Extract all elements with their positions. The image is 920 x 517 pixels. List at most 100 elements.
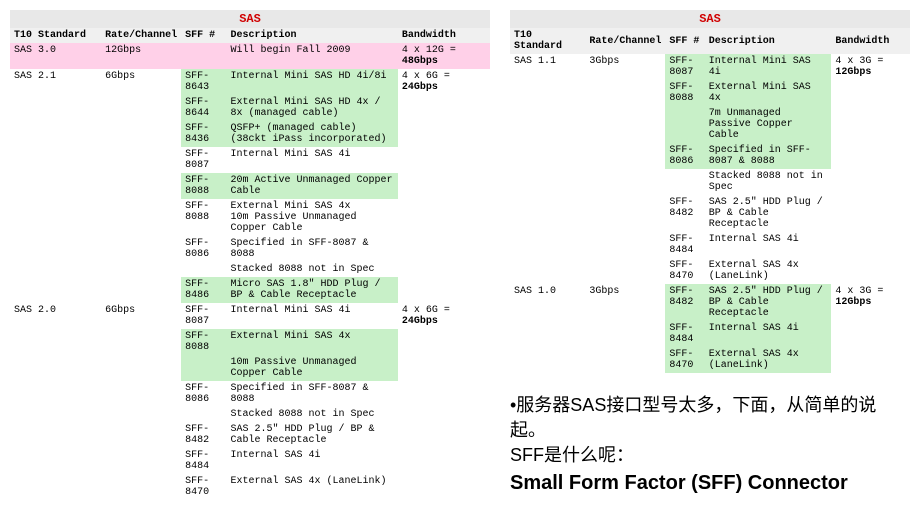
cell-bw: [398, 407, 490, 422]
cell-std: [10, 147, 101, 173]
cell-std: [510, 143, 585, 169]
cell-desc: Will begin Fall 2009: [227, 43, 398, 69]
annotation-line3: Small Form Factor (SFF) Connector: [510, 469, 910, 497]
cell-bw: [398, 199, 490, 236]
cell-bw: [831, 258, 910, 284]
cell-sff: SFF-8486: [181, 277, 226, 303]
table-row: SFF-8088External Mini SAS 4x: [510, 80, 910, 106]
cell-rate: [101, 474, 181, 500]
cell-std: [10, 173, 101, 199]
cell-sff: SFF-8087: [181, 147, 226, 173]
cell-rate: 3Gbps: [585, 284, 665, 321]
cell-sff: SFF-8087: [665, 54, 704, 80]
cell-std: [10, 236, 101, 262]
table-row: SFF-8087Internal Mini SAS 4i: [10, 147, 490, 173]
table-row: SFF-8484Internal SAS 4i: [510, 232, 910, 258]
th-desc: Description: [705, 28, 832, 54]
cell-bw: 4 x 3G = 12Gbps: [831, 54, 910, 80]
cell-desc: QSFP+ (managed cable) (38ckt iPass incor…: [227, 121, 398, 147]
table-row: Stacked 8088 not in Spec: [10, 262, 490, 277]
cell-bw: 4 x 3G = 12Gbps: [831, 284, 910, 321]
cell-std: [10, 381, 101, 407]
th-sff: SFF #: [181, 28, 226, 43]
table-row: SFF-8484Internal SAS 4i: [10, 448, 490, 474]
cell-bw: [398, 236, 490, 262]
cell-sff: SFF-8470: [665, 258, 704, 284]
cell-sff: SFF-8644: [181, 95, 226, 121]
cell-std: [10, 95, 101, 121]
cell-std: [10, 329, 101, 355]
table-row: SFF-808820m Active Unmanaged Copper Cabl…: [10, 173, 490, 199]
cell-std: [10, 422, 101, 448]
cell-bw: [831, 143, 910, 169]
cell-desc: 20m Active Unmanaged Copper Cable: [227, 173, 398, 199]
cell-bw: 4 x 12G = 48Gbps: [398, 43, 490, 69]
cell-std: [510, 195, 585, 232]
table-row: SFF-8644External Mini SAS HD 4x / 8x (ma…: [10, 95, 490, 121]
th-bw: Bandwidth: [398, 28, 490, 43]
cell-std: SAS 3.0: [10, 43, 101, 69]
table-row: SAS 3.012GbpsWill begin Fall 20094 x 12G…: [10, 43, 490, 69]
table-row: SFF-8486Micro SAS 1.8" HDD Plug / BP & C…: [10, 277, 490, 303]
cell-rate: [585, 347, 665, 373]
cell-bw: [398, 355, 490, 381]
cell-rate: [585, 321, 665, 347]
cell-bw: [398, 422, 490, 448]
table-row: Stacked 8088 not in Spec: [510, 169, 910, 195]
cell-sff: SFF-8470: [181, 474, 226, 500]
cell-bw: [398, 121, 490, 147]
th-rate: Rate/Channel: [585, 28, 665, 54]
right-header-row: T10 Standard Rate/Channel SFF # Descript…: [510, 28, 910, 54]
cell-std: [10, 448, 101, 474]
cell-bw: [398, 474, 490, 500]
cell-sff: SFF-8088: [181, 329, 226, 355]
cell-sff: SFF-8088: [181, 199, 226, 236]
cell-bw: [831, 195, 910, 232]
cell-sff: SFF-8087: [181, 303, 226, 329]
cell-std: [10, 355, 101, 381]
cell-rate: 6Gbps: [101, 303, 181, 329]
cell-bw: [398, 329, 490, 355]
cell-desc: Internal Mini SAS HD 4i/8i: [227, 69, 398, 95]
cell-std: [10, 262, 101, 277]
left-sas-table: T10 Standard Rate/Channel SFF # Descript…: [10, 28, 490, 500]
cell-bw: [831, 232, 910, 258]
cell-sff: [181, 355, 226, 381]
table-row: 10m Passive Unmanaged Copper Cable: [10, 355, 490, 381]
cell-rate: [101, 95, 181, 121]
cell-sff: [665, 169, 704, 195]
th-desc: Description: [227, 28, 398, 43]
left-header-row: T10 Standard Rate/Channel SFF # Descript…: [10, 28, 490, 43]
cell-desc: Specified in SFF-8087 & 8088: [705, 143, 832, 169]
table-row: SFF-8470External SAS 4x (LaneLink): [510, 347, 910, 373]
th-std: T10 Standard: [10, 28, 101, 43]
cell-desc: 10m Passive Unmanaged Copper Cable: [227, 355, 398, 381]
cell-desc: Stacked 8088 not in Spec: [227, 407, 398, 422]
cell-rate: [101, 147, 181, 173]
table-row: SAS 1.03GbpsSFF-8482SAS 2.5" HDD Plug / …: [510, 284, 910, 321]
cell-desc: External Mini SAS 4x: [227, 329, 398, 355]
cell-bw: [398, 95, 490, 121]
cell-desc: External Mini SAS 4x: [705, 80, 832, 106]
cell-bw: [398, 381, 490, 407]
cell-sff: SFF-8436: [181, 121, 226, 147]
cell-sff: [181, 407, 226, 422]
cell-std: SAS 1.1: [510, 54, 585, 80]
cell-sff: SFF-8086: [181, 236, 226, 262]
cell-rate: [101, 262, 181, 277]
cell-sff: [181, 43, 226, 69]
cell-desc: Internal Mini SAS 4i: [227, 303, 398, 329]
cell-desc: Internal Mini SAS 4i: [705, 54, 832, 80]
cell-desc: Internal Mini SAS 4i: [227, 147, 398, 173]
cell-bw: [398, 448, 490, 474]
cell-sff: SFF-8484: [665, 232, 704, 258]
cell-rate: 6Gbps: [101, 69, 181, 95]
cell-bw: [831, 106, 910, 143]
table-row: SFF-8470External SAS 4x (LaneLink): [510, 258, 910, 284]
cell-desc: External Mini SAS HD 4x / 8x (managed ca…: [227, 95, 398, 121]
table-row: SAS 1.13GbpsSFF-8087Internal Mini SAS 4i…: [510, 54, 910, 80]
cell-desc: External SAS 4x (LaneLink): [227, 474, 398, 500]
cell-std: [510, 106, 585, 143]
cell-desc: Stacked 8088 not in Spec: [227, 262, 398, 277]
table-row: SFF-8482SAS 2.5" HDD Plug / BP & Cable R…: [10, 422, 490, 448]
